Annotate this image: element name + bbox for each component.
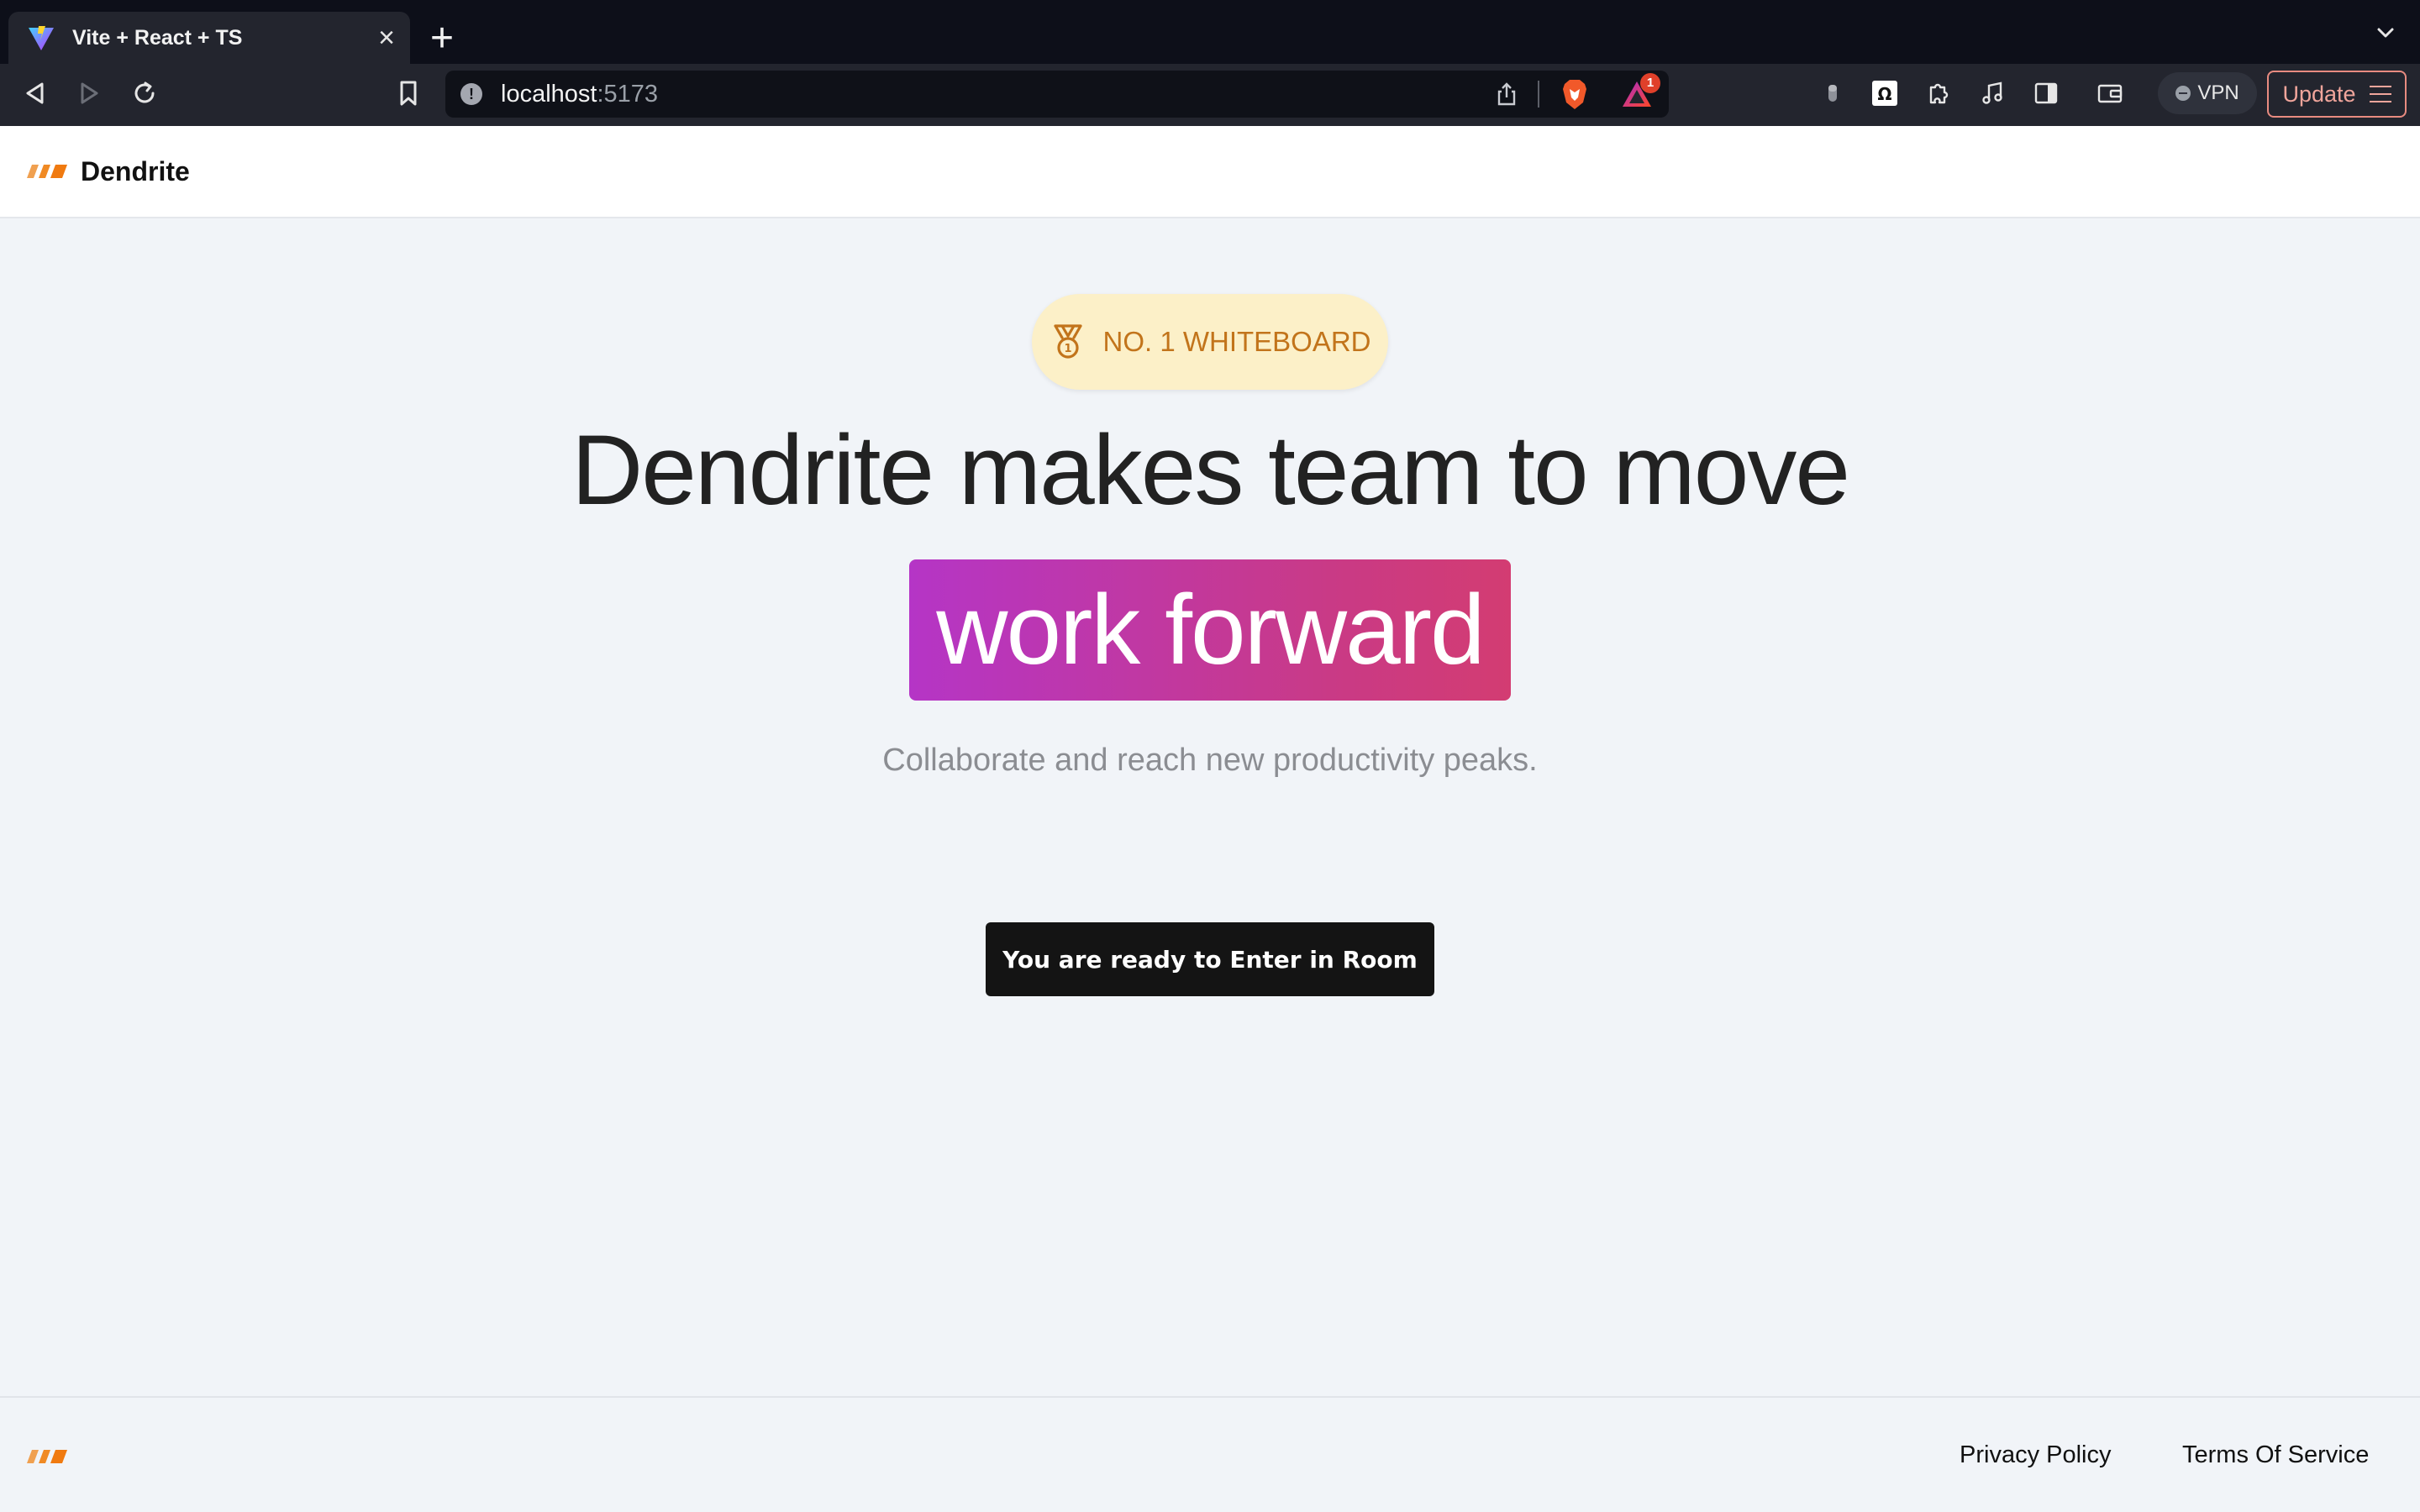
browser-tab-bar: Vite + React + TS × + <box>0 0 2420 64</box>
hero-highlight: work forward <box>909 559 1511 701</box>
logo-icon[interactable] <box>27 163 67 180</box>
wallet-icon[interactable] <box>2096 79 2124 108</box>
music-note-icon[interactable] <box>1978 79 2007 108</box>
terms-of-service-link[interactable]: Terms Of Service <box>2182 1441 2369 1469</box>
hero-subtitle: Collaborate and reach new productivity p… <box>882 743 1538 778</box>
address-bar[interactable]: ! localhost :5173 1 <box>445 71 1669 118</box>
brand-name[interactable]: Dendrite <box>81 156 190 187</box>
rewards-badge: 1 <box>1640 73 1660 93</box>
update-button[interactable]: Update <box>2267 71 2407 118</box>
highlight-text: work forward <box>936 575 1485 685</box>
update-label: Update <box>2282 81 2356 107</box>
tab-title: Vite + React + TS <box>72 25 243 50</box>
new-tab-icon[interactable]: + <box>430 15 454 62</box>
microphone-icon[interactable] <box>1818 79 1847 108</box>
vpn-label: VPN <box>2197 81 2239 104</box>
url-port: :5173 <box>597 80 659 108</box>
footer: Privacy Policy Terms Of Service <box>0 1396 2420 1512</box>
bookmark-icon[interactable] <box>393 78 424 108</box>
enter-room-button[interactable]: You are ready to Enter in Room <box>986 922 1434 996</box>
badge-text: NO. 1 WHITEBOARD <box>1102 326 1371 357</box>
brave-shields-icon[interactable] <box>1560 77 1590 111</box>
extensions-puzzle-icon[interactable] <box>1924 79 1953 108</box>
svg-text:Ω: Ω <box>1877 84 1891 104</box>
reload-icon[interactable] <box>129 78 160 108</box>
vite-logo-icon <box>29 26 54 50</box>
forward-icon[interactable] <box>74 78 104 108</box>
vpn-status-icon <box>2175 86 2191 101</box>
badge-pill: 1 NO. 1 WHITEBOARD <box>1032 294 1388 390</box>
hero-headline: Dendrite makes team to move <box>571 415 1850 526</box>
privacy-policy-link[interactable]: Privacy Policy <box>1960 1441 2112 1469</box>
footer-logo-icon[interactable] <box>27 1448 67 1465</box>
chevron-down-icon[interactable] <box>2375 22 2396 44</box>
brave-rewards-icon[interactable]: 1 <box>1620 73 1660 110</box>
medal-icon: 1 <box>1054 324 1083 359</box>
share-icon[interactable] <box>1494 81 1519 107</box>
vpn-button[interactable]: VPN <box>2158 72 2257 114</box>
url-divider <box>1538 81 1539 108</box>
browser-tab[interactable]: Vite + React + TS × <box>8 12 410 64</box>
app-header: Dendrite <box>0 126 2420 218</box>
svg-text:1: 1 <box>1065 343 1072 355</box>
back-icon[interactable] <box>20 78 50 108</box>
extension-omega-icon[interactable]: Ω <box>1870 79 1899 108</box>
close-tab-icon[interactable]: × <box>378 24 395 52</box>
site-info-icon[interactable]: ! <box>460 83 482 105</box>
hamburger-menu-icon[interactable] <box>2369 86 2391 102</box>
sidebar-toggle-icon[interactable] <box>2032 79 2060 108</box>
url-host: localhost <box>501 80 597 108</box>
